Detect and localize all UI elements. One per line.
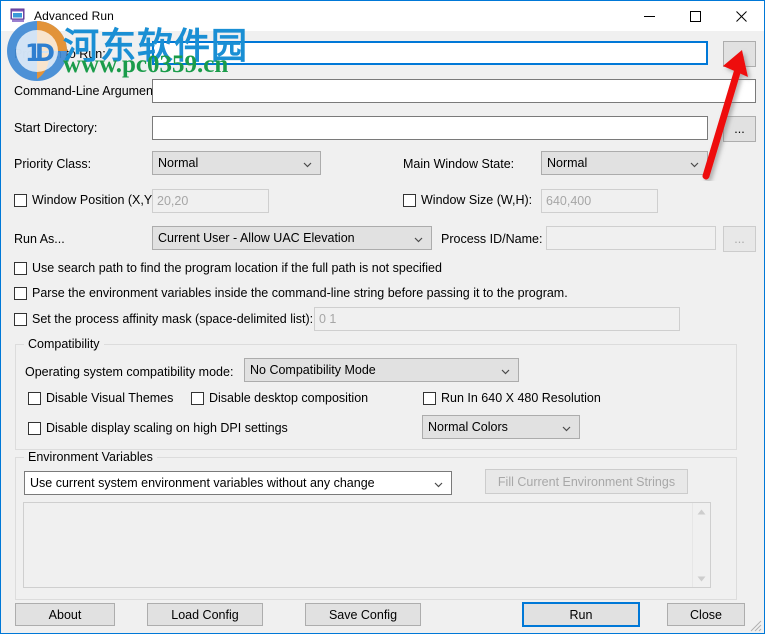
checkbox-box: [403, 193, 416, 207]
window-size-label: Window Size (W,H):: [421, 193, 533, 207]
command-line-arguments-input[interactable]: [152, 79, 756, 103]
compatibility-group-title: Compatibility: [24, 337, 104, 351]
run-as-value: Current User - Allow UAC Elevation: [158, 231, 355, 245]
priority-class-value: Normal: [158, 156, 199, 170]
os-compat-mode-value: No Compatibility Mode: [250, 363, 376, 377]
chevron-down-icon: [562, 422, 571, 432]
resize-grip[interactable]: [750, 619, 762, 632]
scroll-up-icon[interactable]: [693, 503, 710, 520]
window-position-input[interactable]: [152, 189, 269, 213]
environment-variables-text[interactable]: [24, 503, 692, 587]
chevron-down-icon: [501, 365, 510, 375]
maximize-button[interactable]: [672, 1, 718, 31]
main-window-state-label: Main Window State:: [403, 157, 515, 171]
app-window-icon: [10, 8, 26, 24]
environment-variables-textarea[interactable]: [23, 502, 711, 588]
disable-dpi-scaling-label: Disable display scaling on high DPI sett…: [46, 421, 288, 435]
process-id-name-label: Process ID/Name:: [441, 232, 543, 246]
advanced-run-window: Advanced Run Program to Run: ... Command…: [0, 0, 765, 634]
program-to-run-browse-button[interactable]: ...: [723, 41, 756, 67]
minimize-button[interactable]: [626, 1, 672, 31]
window-position-label: Window Position (X,Y):: [32, 193, 160, 207]
run-as-label: Run As...: [14, 232, 65, 246]
checkbox-box: [14, 193, 27, 207]
use-search-path-checkbox[interactable]: Use search path to find the program loca…: [14, 261, 442, 275]
checkbox-box: [28, 391, 41, 405]
checkbox-box: [14, 286, 27, 300]
run-button[interactable]: Run: [522, 602, 640, 627]
use-search-path-label: Use search path to find the program loca…: [32, 261, 442, 275]
chevron-down-icon: [434, 478, 443, 488]
window-controls: [626, 1, 764, 31]
run-as-combo[interactable]: Current User - Allow UAC Elevation: [152, 226, 432, 250]
checkbox-box: [423, 391, 436, 405]
load-config-button[interactable]: Load Config: [147, 603, 263, 626]
title-bar: Advanced Run: [1, 1, 764, 31]
process-id-name-browse-button[interactable]: ...: [723, 226, 756, 252]
close-button[interactable]: [718, 1, 764, 31]
program-to-run-input[interactable]: [152, 41, 708, 65]
colors-combo[interactable]: Normal Colors: [422, 415, 580, 439]
disable-visual-themes-label: Disable Visual Themes: [46, 391, 174, 405]
affinity-mask-checkbox[interactable]: Set the process affinity mask (space-del…: [14, 312, 313, 326]
checkbox-box: [14, 312, 27, 326]
affinity-mask-input[interactable]: [314, 307, 680, 331]
scroll-down-icon[interactable]: [693, 570, 710, 587]
window-size-input[interactable]: [541, 189, 658, 213]
os-compat-mode-label: Operating system compatibility mode:: [25, 365, 234, 379]
main-window-state-combo[interactable]: Normal: [541, 151, 708, 175]
disable-desktop-composition-label: Disable desktop composition: [209, 391, 369, 405]
window-title: Advanced Run: [34, 9, 114, 23]
affinity-mask-label: Set the process affinity mask (space-del…: [32, 312, 314, 326]
start-directory-label: Start Directory:: [14, 121, 98, 135]
run-in-640x480-label: Run In 640 X 480 Resolution: [441, 391, 601, 405]
os-compat-mode-combo[interactable]: No Compatibility Mode: [244, 358, 519, 382]
about-button[interactable]: About: [15, 603, 115, 626]
disable-dpi-scaling-checkbox[interactable]: Disable display scaling on high DPI sett…: [28, 421, 288, 435]
command-line-arguments-label: Command-Line Arguments:: [14, 84, 167, 98]
main-window-state-value: Normal: [547, 156, 588, 170]
fill-current-environment-strings-button[interactable]: Fill Current Environment Strings: [485, 469, 688, 494]
window-size-checkbox[interactable]: Window Size (W,H):: [403, 193, 532, 207]
save-config-button[interactable]: Save Config: [305, 603, 421, 626]
chevron-down-icon: [303, 158, 312, 168]
start-directory-input[interactable]: [152, 116, 708, 140]
disable-desktop-composition-checkbox[interactable]: Disable desktop composition: [191, 391, 368, 405]
priority-class-combo[interactable]: Normal: [152, 151, 321, 175]
parse-env-vars-label: Parse the environment variables inside t…: [32, 286, 568, 300]
run-in-640x480-checkbox[interactable]: Run In 640 X 480 Resolution: [423, 391, 601, 405]
priority-class-label: Priority Class:: [14, 157, 92, 171]
environment-mode-combo[interactable]: Use current system environment variables…: [24, 471, 452, 495]
parse-env-vars-checkbox[interactable]: Parse the environment variables inside t…: [14, 286, 568, 300]
disable-visual-themes-checkbox[interactable]: Disable Visual Themes: [28, 391, 173, 405]
client-area: Program to Run: ... Command-Line Argumen…: [1, 31, 764, 633]
chevron-down-icon: [414, 233, 423, 243]
close-button-footer[interactable]: Close: [667, 603, 745, 626]
program-to-run-label: Program to Run:: [14, 47, 106, 61]
process-id-name-input[interactable]: [546, 226, 716, 250]
checkbox-box: [28, 421, 41, 435]
environment-variables-scrollbar[interactable]: [692, 503, 710, 587]
start-directory-browse-button[interactable]: ...: [723, 116, 756, 142]
environment-variables-group-title: Environment Variables: [24, 450, 157, 464]
environment-mode-value: Use current system environment variables…: [30, 476, 375, 490]
checkbox-box: [191, 391, 204, 405]
window-position-checkbox[interactable]: Window Position (X,Y):: [14, 193, 160, 207]
checkbox-box: [14, 261, 27, 275]
colors-value: Normal Colors: [428, 420, 508, 434]
chevron-down-icon: [690, 158, 699, 168]
